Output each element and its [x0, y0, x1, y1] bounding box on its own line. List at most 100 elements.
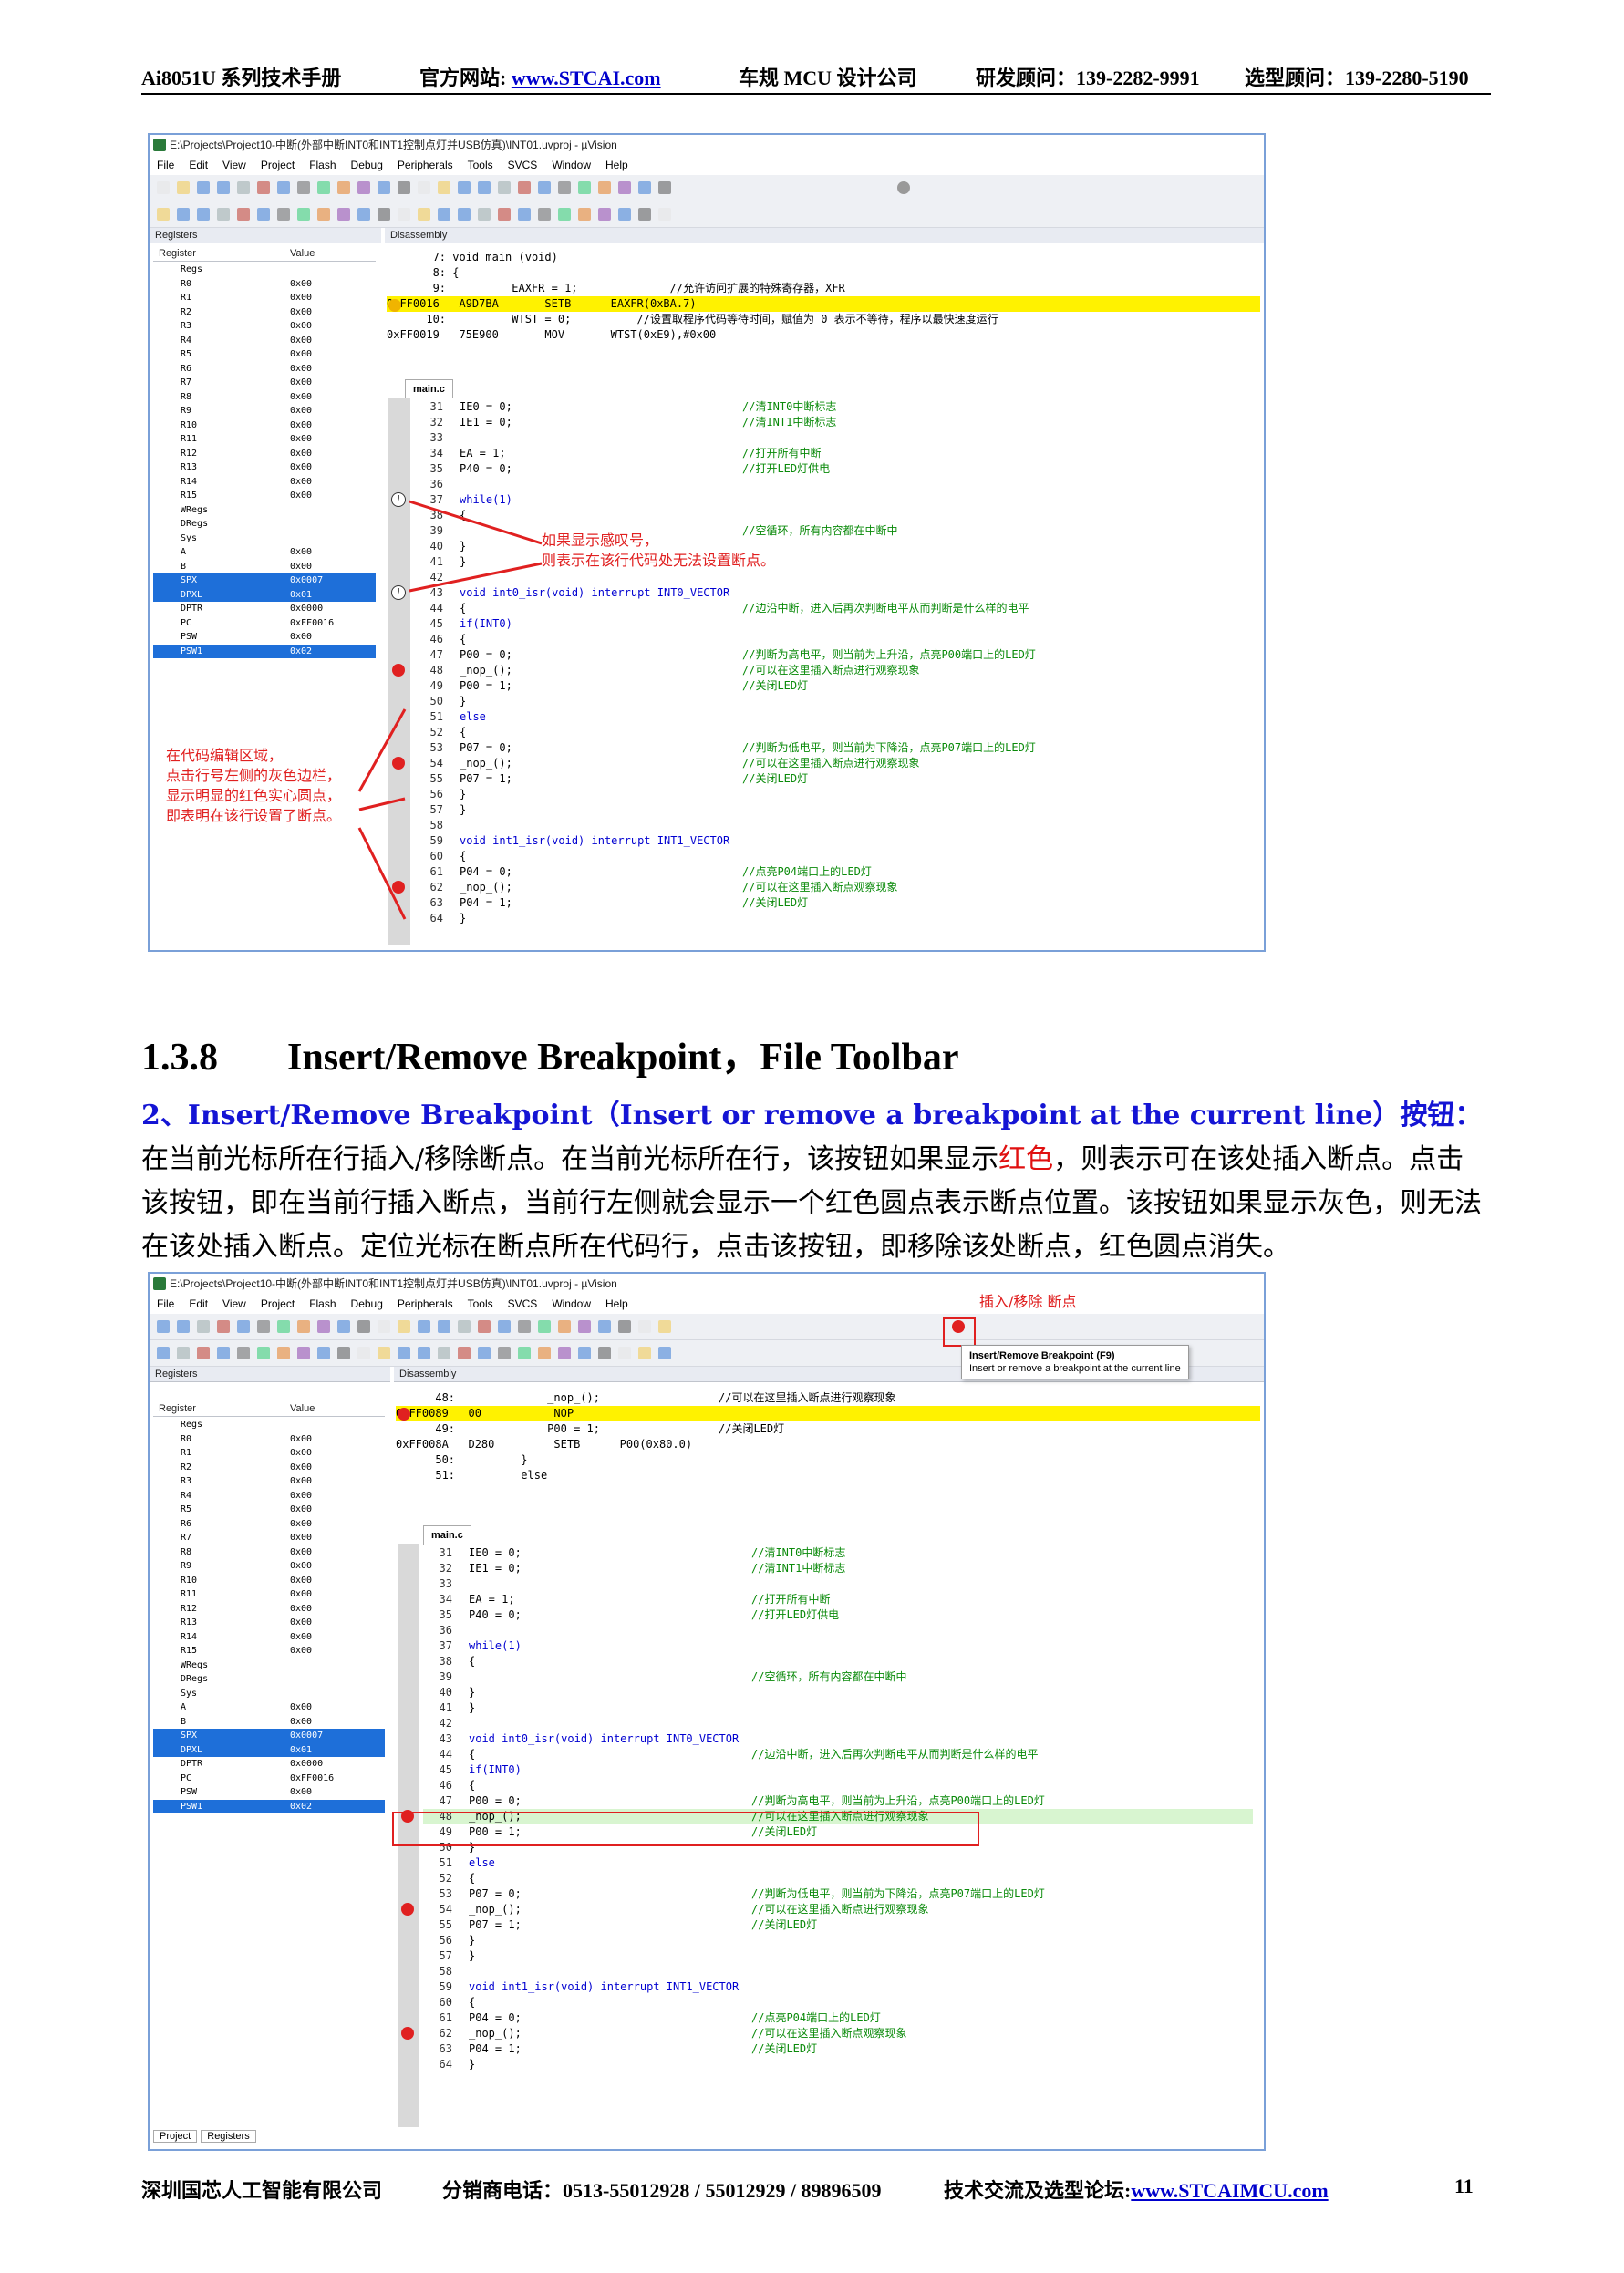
- toolbar-button-icon[interactable]: [177, 1320, 190, 1333]
- file-toolbar[interactable]: [150, 1314, 1264, 1340]
- toolbar-button-icon[interactable]: [378, 1320, 390, 1333]
- toolbar-button-icon[interactable]: [658, 1347, 671, 1359]
- toolbar-button-icon[interactable]: [518, 1347, 531, 1359]
- toolbar-button-icon[interactable]: [498, 1320, 511, 1333]
- toolbar-button-icon[interactable]: [538, 1320, 551, 1333]
- tab-main-c[interactable]: main.c: [423, 1525, 471, 1545]
- register-row[interactable]: A 0x00: [153, 1700, 385, 1715]
- register-row[interactable]: DPTR 0x0000: [153, 1757, 385, 1772]
- tab-registers[interactable]: Registers: [201, 2130, 256, 2143]
- register-row[interactable]: SPX 0x0007: [153, 1729, 385, 1743]
- toolbar-button-icon[interactable]: [478, 1320, 491, 1333]
- register-row[interactable]: R13 0x00: [153, 1616, 385, 1630]
- toolbar-button-icon[interactable]: [317, 1320, 330, 1333]
- register-row[interactable]: Sys: [153, 1687, 385, 1701]
- toolbar-button-icon[interactable]: [398, 1320, 410, 1333]
- register-row[interactable]: R11 0x00: [153, 1587, 385, 1602]
- toolbar-button-icon[interactable]: [618, 1320, 631, 1333]
- menu-item-flash[interactable]: Flash: [309, 1297, 336, 1310]
- toolbar-button-icon[interactable]: [598, 1320, 611, 1333]
- toolbar-button-icon[interactable]: [498, 1347, 511, 1359]
- toolbar-button-icon[interactable]: [317, 1347, 330, 1359]
- menu-item-view[interactable]: View: [222, 1297, 246, 1310]
- menu-item-debug[interactable]: Debug: [351, 1297, 383, 1310]
- register-row[interactable]: R4 0x00: [153, 1489, 385, 1503]
- menu-item-help[interactable]: Help: [605, 1297, 628, 1310]
- toolbar-button-icon[interactable]: [438, 1347, 450, 1359]
- toolbar-button-icon[interactable]: [378, 1347, 390, 1359]
- register-row[interactable]: R9 0x00: [153, 1559, 385, 1574]
- toolbar-button-icon[interactable]: [418, 1320, 430, 1333]
- toolbar-button-icon[interactable]: [337, 1320, 350, 1333]
- menu-item-svcs[interactable]: SVCS: [508, 1297, 538, 1310]
- toolbar-button-icon[interactable]: [237, 1320, 250, 1333]
- register-row[interactable]: B 0x00: [153, 1715, 385, 1730]
- register-row[interactable]: DRegs: [153, 1672, 385, 1687]
- toolbar-button-icon[interactable]: [217, 1347, 230, 1359]
- toolbar-button-icon[interactable]: [578, 1347, 591, 1359]
- toolbar-button-icon[interactable]: [538, 1347, 551, 1359]
- site-link[interactable]: www.STCAI.com: [512, 67, 661, 89]
- toolbar-button-icon[interactable]: [357, 1347, 370, 1359]
- toolbar-button-icon[interactable]: [458, 1320, 471, 1333]
- toolbar-button-icon[interactable]: [337, 1347, 350, 1359]
- register-row[interactable]: R8 0x00: [153, 1545, 385, 1560]
- toolbar-button-icon[interactable]: [157, 1320, 170, 1333]
- toolbar-button-icon[interactable]: [438, 1320, 450, 1333]
- toolbar-button-icon[interactable]: [558, 1320, 571, 1333]
- toolbar-button-icon[interactable]: [638, 1347, 651, 1359]
- register-row[interactable]: R1 0x00: [153, 1446, 385, 1461]
- register-row[interactable]: R0 0x00: [153, 1432, 385, 1447]
- menu-bar[interactable]: File Edit View Project Flash Debug Peripherals…: [150, 1294, 1264, 1314]
- register-row[interactable]: R14 0x00: [153, 1630, 385, 1645]
- toolbar-button-icon[interactable]: [518, 1320, 531, 1333]
- toolbar-button-icon[interactable]: [598, 1347, 611, 1359]
- toolbar-button-icon[interactable]: [638, 1320, 651, 1333]
- toolbar-button-icon[interactable]: [277, 1320, 290, 1333]
- register-row[interactable]: R12 0x00: [153, 1602, 385, 1617]
- register-row[interactable]: PC 0xFF0016: [153, 1772, 385, 1786]
- register-row[interactable]: WRegs: [153, 1658, 385, 1673]
- toolbar-button-icon[interactable]: [197, 1347, 210, 1359]
- disassembly-view[interactable]: 48: _nop_(); //可以在这里插入断点进行观察现象 0xFF0089 0…: [396, 1390, 1260, 1491]
- toolbar-button-icon[interactable]: [418, 1347, 430, 1359]
- toolbar-button-icon[interactable]: [157, 1347, 170, 1359]
- toolbar-button-icon[interactable]: [658, 1320, 671, 1333]
- toolbar-button-icon[interactable]: [618, 1347, 631, 1359]
- toolbar-button-icon[interactable]: [297, 1347, 310, 1359]
- footer-forum-link[interactable]: www.STCAIMCU.com: [1131, 2179, 1328, 2202]
- register-row[interactable]: R7 0x00: [153, 1531, 385, 1545]
- toolbar-button-icon[interactable]: [458, 1347, 471, 1359]
- register-row[interactable]: R6 0x00: [153, 1517, 385, 1532]
- toolbar-button-icon[interactable]: [297, 1320, 310, 1333]
- breakpoint-dot-icon[interactable]: [401, 1903, 414, 1916]
- register-row[interactable]: R2 0x00: [153, 1461, 385, 1475]
- menu-item-tools[interactable]: Tools: [468, 1297, 493, 1310]
- toolbar-button-icon[interactable]: [257, 1320, 270, 1333]
- toolbar-button-icon[interactable]: [217, 1320, 230, 1333]
- menu-item-edit[interactable]: Edit: [189, 1297, 208, 1310]
- toolbar-button-icon[interactable]: [197, 1320, 210, 1333]
- register-row[interactable]: Regs: [153, 1418, 385, 1432]
- menu-item-file[interactable]: File: [157, 1297, 174, 1310]
- menu-item-window[interactable]: Window: [552, 1297, 591, 1310]
- register-row[interactable]: R5 0x00: [153, 1503, 385, 1517]
- toolbar-button-icon[interactable]: [558, 1347, 571, 1359]
- toolbar-button-icon[interactable]: [357, 1320, 370, 1333]
- toolbar-button-icon[interactable]: [578, 1320, 591, 1333]
- registers-list[interactable]: Regs R0 0x00 R1 0x00 R2 0x00 R3 0x00 R4 0x00 R5 0x00…: [153, 1418, 385, 2111]
- register-row[interactable]: PSW 0x00: [153, 1785, 385, 1800]
- tab-project[interactable]: Project: [153, 2130, 198, 2143]
- register-row[interactable]: R10 0x00: [153, 1574, 385, 1588]
- register-row[interactable]: DPXL 0x01: [153, 1742, 385, 1757]
- toolbar-button-icon[interactable]: [237, 1347, 250, 1359]
- breakpoint-dot-icon[interactable]: [401, 2027, 414, 2040]
- menu-item-peripherals[interactable]: Peripherals: [398, 1297, 453, 1310]
- toolbar-button-icon[interactable]: [398, 1347, 410, 1359]
- register-row[interactable]: PSW1 0x02: [153, 1799, 385, 1813]
- toolbar-button-icon[interactable]: [177, 1347, 190, 1359]
- register-row[interactable]: R3 0x00: [153, 1474, 385, 1489]
- toolbar-button-icon[interactable]: [478, 1347, 491, 1359]
- toolbar-button-icon[interactable]: [277, 1347, 290, 1359]
- toolbar-button-icon[interactable]: [257, 1347, 270, 1359]
